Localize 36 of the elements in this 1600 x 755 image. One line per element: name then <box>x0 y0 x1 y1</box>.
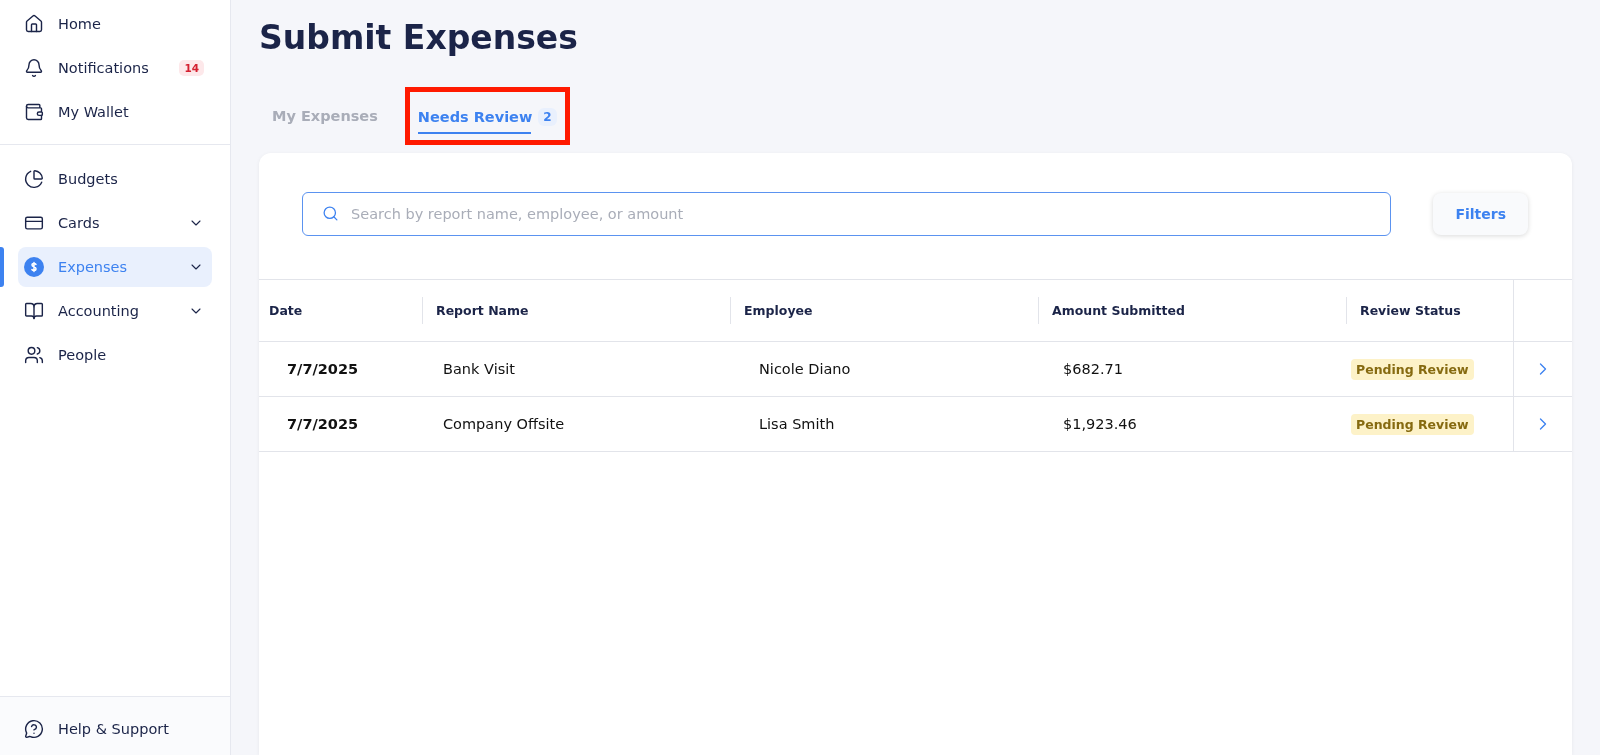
nav-item[interactable]: Budgets <box>18 159 212 199</box>
status-tag: Pending Review <box>1351 358 1474 380</box>
tab-count: 2 <box>538 108 557 126</box>
bell-icon <box>24 58 44 78</box>
table-cell: 7/7/2025 <box>259 397 423 452</box>
nav-item[interactable]: Home <box>18 4 212 44</box>
search-field[interactable]: Search by report name, employee, or amount <box>302 192 1392 236</box>
table-cell: Lisa Smith <box>731 397 1039 452</box>
filters-button[interactable]: Filters <box>1433 193 1528 235</box>
column-header: Amount Submitted <box>1039 280 1347 342</box>
nav-item[interactable]: People <box>18 335 212 375</box>
table-cell: $682.71 <box>1039 342 1347 397</box>
wallet-icon <box>24 102 44 122</box>
table-cell: $1,923.46 <box>1039 397 1347 452</box>
nav-item[interactable]: My Wallet <box>18 92 212 132</box>
book-icon <box>24 301 44 321</box>
help-icon <box>24 719 44 739</box>
pie-chart-icon <box>24 169 44 189</box>
dollar-icon <box>24 257 44 277</box>
page-title: Submit Expenses <box>259 18 579 57</box>
notification-count: 14 <box>179 60 204 76</box>
nav-item[interactable]: Cards <box>18 203 212 243</box>
column-header: Date <box>259 280 423 342</box>
table-cell: 7/7/2025 <box>259 342 423 397</box>
column-header: Report Name <box>423 280 731 342</box>
card-icon <box>24 213 44 233</box>
column-header: Employee <box>731 280 1039 342</box>
nav-item[interactable]: Notifications 14 <box>18 48 212 88</box>
table-cell: Company Offsite <box>423 397 731 452</box>
column-header: Review Status <box>1347 280 1513 342</box>
table-cell: Nicole Diano <box>731 342 1039 397</box>
table-cell: Bank Visit <box>423 342 731 397</box>
status-tag: Pending Review <box>1351 413 1474 435</box>
house-icon <box>24 14 44 34</box>
nav-item[interactable]: Accounting <box>18 291 212 331</box>
people-icon <box>24 345 44 365</box>
